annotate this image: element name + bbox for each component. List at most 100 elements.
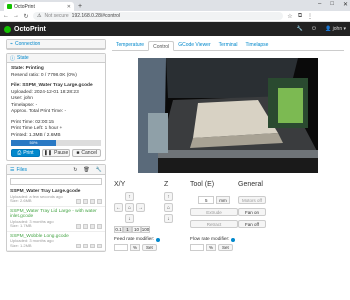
extensions-icon[interactable]: ⧉	[297, 13, 303, 20]
back-icon[interactable]: ←	[3, 13, 9, 19]
files-title-link[interactable]: ☰ Files	[10, 167, 27, 173]
extrude-button[interactable]: Extrude	[190, 208, 238, 216]
wrench-small-icon[interactable]: 🔧	[96, 167, 102, 173]
list-icon: ☰	[10, 166, 15, 173]
tool-unit: mm	[216, 196, 230, 204]
flow-rate-input[interactable]	[190, 244, 204, 251]
motors-off-button[interactable]: Motors off	[238, 196, 266, 204]
new-tab-button[interactable]: +	[78, 2, 82, 11]
menu-dots-icon[interactable]: ⋮	[307, 13, 313, 20]
y-plus-button[interactable]: ↑	[125, 192, 134, 201]
fan-off-button[interactable]: Fan off	[238, 220, 266, 228]
download-icon[interactable]	[76, 243, 81, 248]
print-file-icon[interactable]	[97, 199, 102, 204]
control-headers: X/Y Z Tool (E) General	[112, 181, 344, 188]
flow-pct: %	[206, 244, 217, 251]
maximize-icon[interactable]: □	[330, 1, 334, 8]
x-plus-button[interactable]: →	[136, 203, 145, 212]
print-button[interactable]: ⎙ Print	[11, 149, 40, 157]
fan-on-button[interactable]: Fan on	[238, 208, 266, 216]
load-icon[interactable]	[90, 199, 95, 204]
xy-heading: X/Y	[114, 181, 126, 188]
flow-set-button[interactable]: Set	[218, 244, 233, 251]
print-file-icon[interactable]	[97, 224, 102, 229]
step-1-button[interactable]: 1	[123, 226, 132, 233]
reload-icon[interactable]: ↻	[23, 13, 29, 20]
delete-icon[interactable]	[83, 243, 88, 248]
feed-set-button[interactable]: Set	[142, 244, 157, 251]
refresh-icon[interactable]: ↻	[73, 167, 77, 173]
feed-rate-input[interactable]	[114, 244, 128, 251]
step-100-button[interactable]: 100	[141, 226, 150, 233]
progress-bar: 50%	[11, 140, 101, 146]
file-list-item[interactable]: SSPM_Wobble Long.gcode Uploaded: 3 months…	[7, 232, 105, 251]
flow-info-icon[interactable]	[231, 237, 236, 242]
z-jog-pad: ↑ ⌂ ↓	[164, 192, 190, 223]
home-z-icon[interactable]: ⌂	[164, 203, 173, 212]
files-title: Files	[16, 166, 28, 173]
load-icon[interactable]	[90, 224, 95, 229]
chevron-down-icon: ▾	[343, 26, 346, 32]
not-secure-icon[interactable]: ⚠	[37, 13, 41, 19]
step-size-group: 0.1 1 10 100	[114, 226, 164, 233]
tool-amount-input[interactable]: 5	[198, 196, 215, 204]
tab-timelapse[interactable]: Timelapse	[242, 40, 273, 50]
z-plus-button[interactable]: ↑	[164, 192, 173, 201]
file-size: Size: 1.2MB	[10, 242, 32, 248]
home-xy-icon[interactable]: ⌂	[125, 203, 134, 212]
url-text: 192.168.0.28/#control	[71, 13, 121, 19]
pause-button[interactable]: ❚❚ Pause	[41, 149, 71, 157]
file-size: Size: 1.7MB	[10, 223, 32, 228]
step-10-button[interactable]: 10	[132, 226, 141, 233]
file-list-item[interactable]: SSPM_Water Tray Large.gcode Uploaded: a f…	[7, 187, 105, 207]
printed-line: Printed: 1.3MB / 2.6MB	[11, 132, 61, 138]
url-field[interactable]: ⚠ Not secure 192.168.0.28/#control	[33, 12, 283, 20]
browser-tab[interactable]: OctoPrint ✕	[4, 2, 74, 11]
download-icon[interactable]	[76, 199, 81, 204]
file-name[interactable]: SSPM_Water Tray Lid Large - with water i…	[10, 209, 102, 220]
close-tab-icon[interactable]: ✕	[67, 4, 71, 10]
trash-icon[interactable]: 🗑	[83, 167, 89, 173]
files-search-input[interactable]	[10, 178, 102, 185]
info-icon: ⓘ	[10, 55, 16, 62]
main-area: Temperature Control GCode Viewer Terminal Ti…	[112, 39, 344, 255]
delete-icon[interactable]	[83, 199, 88, 204]
feed-info-icon[interactable]	[156, 237, 161, 242]
tab-control[interactable]: Control	[148, 41, 175, 51]
tab-terminal[interactable]: Terminal	[215, 40, 242, 50]
y-minus-button[interactable]: ↓	[125, 214, 134, 223]
retract-button[interactable]: Retract	[190, 220, 238, 228]
pause-icon: ❚❚	[43, 149, 53, 156]
xy-jog-pad: ↑ ← ⌂ → ↓	[114, 192, 164, 223]
print-icon: ⎙	[17, 149, 22, 156]
minimize-icon[interactable]: –	[318, 1, 321, 8]
webcam-stream	[138, 58, 318, 173]
wrench-icon[interactable]: 🔧	[297, 26, 303, 32]
forward-icon[interactable]: →	[13, 13, 19, 19]
z-minus-button[interactable]: ↓	[164, 214, 173, 223]
state-header[interactable]: ⓘ State	[7, 54, 105, 63]
tab-temperature[interactable]: Temperature	[112, 40, 148, 50]
file-list-item[interactable]: SSPM_Water Tray Lid Large - with water i…	[7, 207, 105, 232]
close-window-icon[interactable]: ✕	[343, 1, 348, 8]
tab-gcode-viewer[interactable]: GCode Viewer	[174, 40, 214, 50]
cancel-label: Cancel	[81, 149, 97, 156]
x-minus-button[interactable]: ←	[114, 203, 123, 212]
connection-header[interactable]: ⌁ Connection	[7, 40, 105, 49]
files-panel: ☰ Files ↻ 🗑 🔧 SSPM_Water Tray Large.gcode…	[6, 164, 106, 252]
general-heading: General	[238, 181, 263, 188]
cancel-button[interactable]: ■ Cancel	[72, 149, 102, 157]
print-file-icon[interactable]	[97, 243, 102, 248]
power-icon[interactable]: ⏻	[312, 26, 316, 32]
brand-title[interactable]: OctoPrint	[14, 26, 46, 33]
browser-tab-bar: OctoPrint ✕ + – □ ✕	[0, 0, 350, 11]
delete-icon[interactable]	[83, 224, 88, 229]
url-secure-label: Not secure	[44, 13, 69, 19]
browser-tab-title: OctoPrint	[14, 3, 35, 10]
load-icon[interactable]	[90, 243, 95, 248]
bookmark-star-icon[interactable]: ☆	[287, 13, 293, 20]
stop-icon: ■	[76, 149, 80, 156]
step-0.1-button[interactable]: 0.1	[114, 226, 123, 233]
user-menu[interactable]: 👤 john ▾	[325, 26, 346, 32]
download-icon[interactable]	[76, 224, 81, 229]
